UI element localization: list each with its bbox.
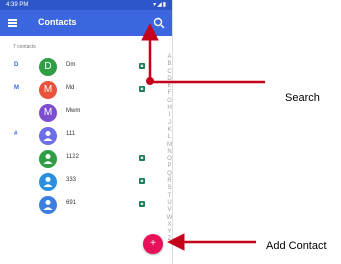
annotation-arrows (141, 23, 265, 251)
search-arrow (141, 23, 265, 84)
add-contact-annotation-label: Add Contact (266, 240, 327, 252)
search-annotation-label: Search (285, 92, 320, 104)
